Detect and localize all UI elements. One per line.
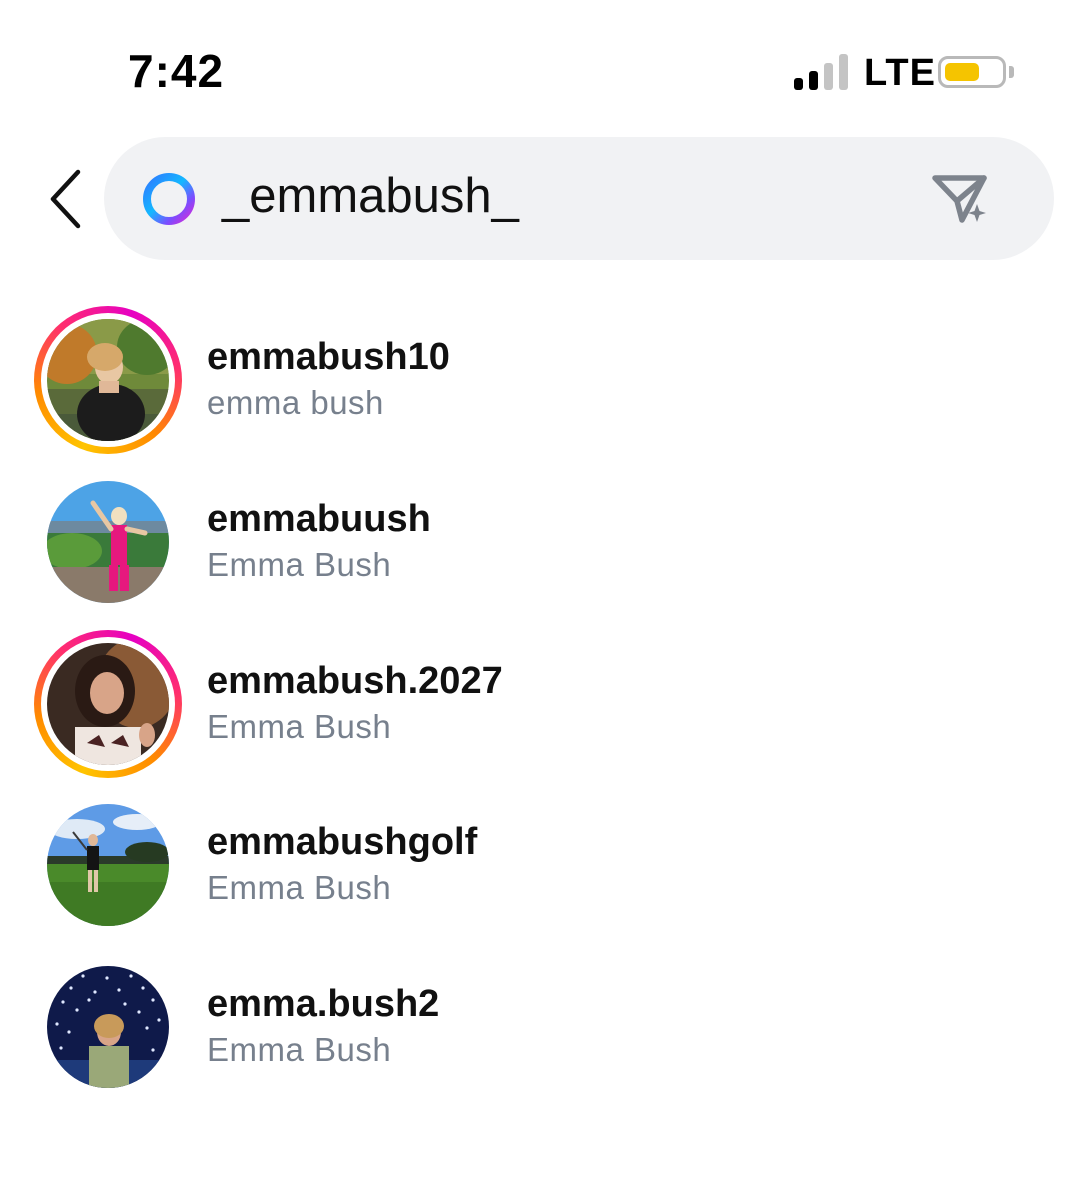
battery-icon xyxy=(938,56,1006,88)
network-type-label: LTE xyxy=(864,52,936,94)
avatar-photo xyxy=(47,319,169,441)
result-username: emmabushgolf xyxy=(207,821,478,863)
result-full-name: emma bush xyxy=(207,384,384,421)
result-username: emmabuush xyxy=(207,498,431,540)
avatar-photo xyxy=(47,643,169,765)
signal-bar xyxy=(839,54,848,90)
avatar-frame xyxy=(34,791,182,939)
result-username: emma.bush2 xyxy=(207,983,440,1025)
status-bar: 7:42 LTE xyxy=(0,0,1087,140)
avatar-photo xyxy=(47,804,169,926)
avatar[interactable] xyxy=(47,481,169,603)
search-result-row[interactable]: emmabush10 emma bush xyxy=(0,298,1087,454)
avatar[interactable] xyxy=(47,643,169,765)
avatar-photo xyxy=(47,481,169,603)
ai-ring-icon[interactable] xyxy=(140,170,198,228)
status-time: 7:42 xyxy=(128,45,225,97)
avatar[interactable] xyxy=(47,966,169,1088)
result-full-name: Emma Bush xyxy=(207,708,392,745)
avatar-frame xyxy=(34,953,182,1101)
result-username: emmabush.2027 xyxy=(207,660,503,702)
result-full-name: Emma Bush xyxy=(207,869,392,906)
signal-bar xyxy=(809,71,818,90)
avatar-photo xyxy=(47,966,169,1088)
story-ring xyxy=(34,630,182,778)
avatar[interactable] xyxy=(47,804,169,926)
signal-bar xyxy=(794,78,803,90)
story-ring xyxy=(34,306,182,454)
signal-bar xyxy=(824,63,833,90)
search-result-row[interactable]: emmabuush Emma Bush xyxy=(0,460,1087,610)
chevron-left-icon xyxy=(50,169,81,229)
search-result-row[interactable]: emma.bush2 Emma Bush xyxy=(0,945,1087,1095)
avatar[interactable] xyxy=(47,319,169,441)
result-full-name: Emma Bush xyxy=(207,546,392,583)
back-button[interactable] xyxy=(40,166,92,232)
result-full-name: Emma Bush xyxy=(207,1031,392,1068)
battery-cap xyxy=(1009,66,1014,78)
search-input[interactable]: _emmabush_ xyxy=(222,168,519,224)
result-username: emmabush10 xyxy=(207,336,450,378)
search-result-row[interactable]: emmabushgolf Emma Bush xyxy=(0,783,1087,933)
cellular-signal-icon xyxy=(794,54,852,90)
send-icon[interactable] xyxy=(930,170,992,228)
avatar-frame xyxy=(34,468,182,616)
battery-fill xyxy=(945,63,979,81)
search-result-row[interactable]: emmabush.2027 Emma Bush xyxy=(0,622,1087,778)
